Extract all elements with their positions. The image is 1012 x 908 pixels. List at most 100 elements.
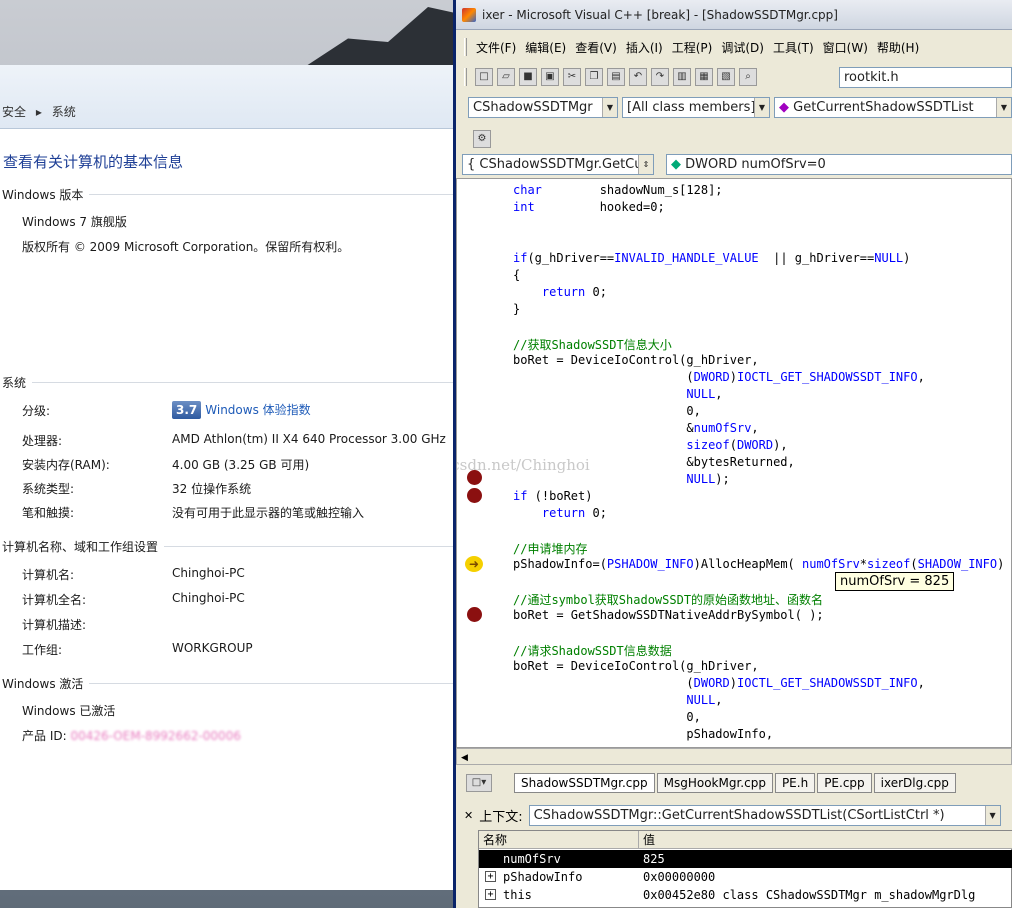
spin-icon[interactable]: ⇕ <box>638 155 653 174</box>
code-line: boRet = DeviceIoControl(g_hDriver, <box>513 659 759 673</box>
menu-debug[interactable]: 调试(D) <box>721 39 764 56</box>
section-system: 系统 <box>2 376 493 390</box>
watch-window[interactable]: 名称 值 numOfSrv 825 + pShadowInfo 0x00000000 … <box>478 830 1012 908</box>
class-combo[interactable]: CShadowSSDTMgr ▼ <box>468 97 618 118</box>
watch-row-name: this <box>503 888 532 902</box>
paste-icon[interactable]: ▤ <box>607 68 625 86</box>
column-name-header[interactable]: 名称 <box>479 831 639 849</box>
new-file-icon[interactable]: □ <box>475 68 493 86</box>
expand-icon[interactable]: + <box>485 889 496 900</box>
function-combo[interactable]: { CShadowSSDTMgr.GetCu ⇕ <box>462 154 654 175</box>
watch-row[interactable]: + pShadowInfo 0x00000000 <box>479 868 1012 886</box>
copy-icon[interactable]: ❐ <box>585 68 603 86</box>
tab-pe-cpp[interactable]: PE.cpp <box>817 773 872 793</box>
filter-combo-text: [All class members] <box>627 100 756 115</box>
edition-name: Windows 7 旗舰版 <box>22 215 127 229</box>
member-combo[interactable]: ◆ GetCurrentShadowSSDTList ▼ <box>774 97 1012 118</box>
breadcrumb-security[interactable]: 安全 <box>2 105 26 119</box>
full-name-label: 计算机全名: <box>22 593 87 607</box>
find-in-files-icon[interactable]: ⌕ <box>739 68 757 86</box>
save-all-icon[interactable]: ▣ <box>541 68 559 86</box>
open-file-icon[interactable]: ▱ <box>497 68 515 86</box>
breakpoint-icon[interactable] <box>467 488 482 503</box>
function-icon: { <box>467 157 476 172</box>
member-combo-text: GetCurrentShadowSSDTList <box>793 100 974 115</box>
pen-value: 没有可用于此显示器的笔或触控输入 <box>172 506 365 520</box>
code-line: pShadowInfo, <box>513 727 774 741</box>
chevron-down-icon[interactable]: ▼ <box>754 98 769 117</box>
context-combo-text: CShadowSSDTMgr::GetCurrentShadowSSDTList… <box>533 807 945 823</box>
cpu-label: 处理器: <box>22 434 63 448</box>
context-combo[interactable]: CShadowSSDTMgr::GetCurrentShadowSSDTList… <box>528 804 1001 826</box>
menu-window[interactable]: 窗口(W) <box>823 39 868 56</box>
datatip: numOfSrv = 825 <box>835 572 955 591</box>
output-icon[interactable]: ▦ <box>695 68 713 86</box>
menu-edit[interactable]: 编辑(E) <box>525 39 566 56</box>
undo-icon[interactable]: ↶ <box>629 68 647 86</box>
code-line: sizeof(DWORD), <box>686 438 788 452</box>
computer-name-label: 计算机名: <box>22 568 75 582</box>
tab-pe-h[interactable]: PE.h <box>774 773 816 793</box>
chevron-down-icon[interactable]: ▼ <box>984 805 1000 825</box>
column-value-header[interactable]: 值 <box>639 831 1012 849</box>
horizontal-scrollbar[interactable]: ◀ <box>456 748 1012 765</box>
cut-icon[interactable]: ✂ <box>563 68 581 86</box>
chevron-down-icon[interactable]: ▼ <box>602 98 617 117</box>
code-line: { <box>513 268 521 282</box>
section-activation: Windows 激活 <box>2 677 553 691</box>
file-tabs: □▾ ShadowSSDTMgr.cpp MsgHookMgr.cpp PE.h… <box>456 770 1012 796</box>
scroll-left-icon[interactable]: ◀ <box>457 753 468 763</box>
watch-row-name: pShadowInfo <box>503 870 583 884</box>
tab-msghookmgr[interactable]: MsgHookMgr.cpp <box>656 773 773 793</box>
breadcrumb[interactable]: 安全 ▸ 系统 <box>2 103 82 120</box>
expand-icon[interactable]: + <box>485 871 496 882</box>
vc-window: ixer - Microsoft Visual C++ [break] - [S… <box>453 0 1012 908</box>
menu-tools[interactable]: 工具(T) <box>773 39 814 56</box>
system-window: 安全 ▸ 系统 查看有关计算机的基本信息 Windows 版本 Windows … <box>0 65 625 890</box>
variable-combo[interactable]: ◆ DWORD numOfSrv=0 <box>666 154 1012 175</box>
code-line: return 0; <box>541 506 607 520</box>
vc-title-bar[interactable]: ixer - Microsoft Visual C++ [break] - [S… <box>456 0 1012 30</box>
window-list-icon[interactable]: ▧ <box>717 68 735 86</box>
ram-label: 安装内存(RAM): <box>22 458 110 472</box>
close-icon[interactable]: ✕ <box>464 809 473 822</box>
watch-row-name: numOfSrv <box>503 852 561 866</box>
code-line: //申请堆内存 <box>513 542 588 556</box>
tab-dropdown-icon[interactable]: □▾ <box>466 774 492 792</box>
menu-project[interactable]: 工程(P) <box>672 39 713 56</box>
watch-row[interactable]: + this 0x00452e80 class CShadowSSDTMgr m_s… <box>479 886 1012 904</box>
menu-view[interactable]: 查看(V) <box>575 39 617 56</box>
tab-shadowssdtmgr[interactable]: ShadowSSDTMgr.cpp <box>514 773 655 793</box>
redo-icon[interactable]: ↷ <box>651 68 669 86</box>
chevron-down-icon[interactable]: ▼ <box>996 98 1011 117</box>
menu-insert[interactable]: 插入(I) <box>626 39 663 56</box>
save-icon[interactable]: ■ <box>519 68 537 86</box>
menu-grip-icon <box>464 38 467 56</box>
address-bar: 安全 ▸ 系统 <box>0 65 453 129</box>
code-line: int hooked=0; <box>513 200 665 214</box>
code-line: if (!boRet) <box>513 489 593 503</box>
filter-combo[interactable]: [All class members] ▼ <box>622 97 770 118</box>
code-line: &numOfSrv, <box>513 421 759 435</box>
code-editor[interactable]: char shadowNum_s[128]; int hooked=0; if(… <box>456 178 1012 748</box>
workspace-icon[interactable]: ▥ <box>673 68 691 86</box>
experience-index-link[interactable]: Windows 体验指数 <box>205 403 310 417</box>
build-toolbar-icon[interactable]: ⚙ <box>473 130 491 148</box>
find-combo[interactable]: rootkit.h <box>839 67 1012 88</box>
code-line: //通过symbol获取ShadowSSDT的原始函数地址、函数名 <box>513 593 824 607</box>
variable-icon: ◆ <box>671 157 681 172</box>
activation-status: Windows 已激活 <box>22 704 116 718</box>
rating-value[interactable]: 3.7 Windows 体验指数 <box>172 401 311 419</box>
watch-row[interactable]: numOfSrv 825 <box>479 850 1012 868</box>
breakpoint-icon[interactable] <box>467 607 482 622</box>
menu-help[interactable]: 帮助(H) <box>877 39 919 56</box>
context-bar: ✕ 上下文: CShadowSSDTMgr::GetCurrentShadowS… <box>456 803 1012 827</box>
section-edition: Windows 版本 <box>2 188 553 202</box>
menu-file[interactable]: 文件(F) <box>476 39 516 56</box>
tab-ixerdlg[interactable]: ixerDlg.cpp <box>873 773 956 793</box>
computer-name-value: Chinghoi-PC <box>172 566 245 580</box>
copyright: 版权所有 © 2009 Microsoft Corporation。保留所有权利… <box>22 240 350 254</box>
breadcrumb-system[interactable]: 系统 <box>52 105 76 119</box>
vc-title-text: ixer - Microsoft Visual C++ [break] - [S… <box>482 7 838 22</box>
product-id-value: 00426-OEM-8992662-00006 <box>70 729 241 743</box>
